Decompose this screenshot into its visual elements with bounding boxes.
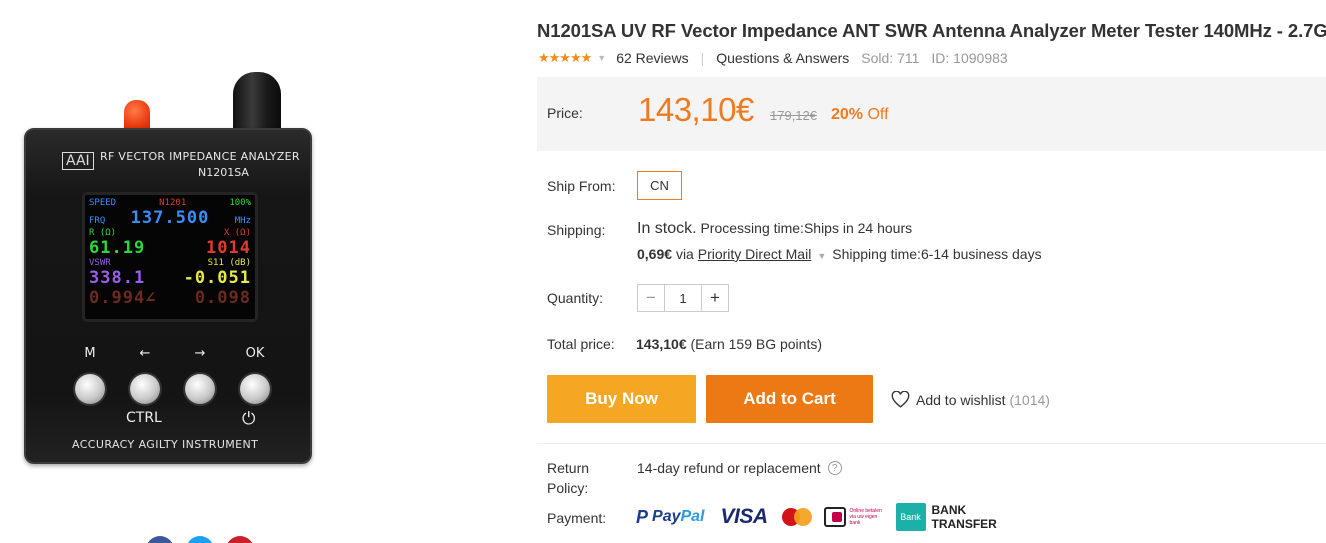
return-policy-label-line2: Policy: — [547, 480, 589, 496]
return-policy-label-line1: Return — [547, 460, 590, 476]
screen-top-left: SPEED — [89, 198, 117, 208]
screen-r-value: 61.19 — [89, 238, 146, 258]
device-button-m — [75, 374, 105, 404]
help-icon[interactable]: ? — [827, 461, 842, 475]
screen-r-label: R (Ω) — [89, 228, 117, 238]
quantity-increase-button[interactable]: + — [701, 285, 728, 311]
heart-icon — [891, 391, 910, 408]
total-price-value: 143,10€ — [636, 336, 687, 352]
wishlist-count: (1014) — [1009, 391, 1050, 408]
wishlist-label: Add to wishlist — [916, 391, 1006, 408]
payment-methods: P Pay Pal VISA Online betalen via uw eigen… — [636, 500, 997, 534]
original-price: 179,12€ — [770, 108, 817, 123]
device-button-right — [185, 374, 215, 404]
shipping-method-row: 0,69€ via Priority Direct Mail ▼ Shipping … — [637, 246, 1042, 262]
shipping-cost: 0,69€ — [637, 246, 673, 262]
current-price: 143,10€ — [638, 91, 754, 128]
shipping-via: via — [675, 246, 694, 262]
sold-count: Sold: 711 — [861, 50, 920, 66]
device-button-left — [130, 374, 160, 404]
device-logo: AAI — [62, 152, 94, 170]
screen-frq-unit: MHz — [234, 216, 251, 226]
paypal-icon: P Pay Pal — [636, 506, 705, 527]
shipping-method-link[interactable]: Priority Direct Mail — [698, 246, 812, 262]
facebook-share-icon[interactable] — [146, 536, 174, 543]
screen-s11-label: S11 (dB) — [207, 258, 251, 268]
stock-status: In stock. Processing time:Ships in 24 ho… — [637, 220, 912, 238]
device-label-ok: OK — [245, 346, 265, 361]
section-divider — [537, 443, 1326, 444]
antenna-knob — [233, 72, 281, 134]
add-to-cart-button[interactable]: Add to Cart — [706, 375, 873, 423]
meta-separator: | — [700, 50, 705, 66]
quantity-label: Quantity: — [547, 290, 604, 306]
questions-answers-link[interactable]: Questions & Answers — [716, 50, 849, 66]
screen-vswr-label: VSWR — [89, 258, 111, 268]
quantity-decrease-button[interactable]: − — [638, 285, 665, 311]
product-id: ID: 1090983 — [931, 50, 1008, 66]
price-box: Price: 143,10€ 179,12€ 20% Off — [537, 77, 1326, 151]
screen-x-label: X (Ω) — [223, 228, 251, 238]
screen-top-mid: N1201 — [159, 198, 187, 208]
reviews-link[interactable]: 62 Reviews — [616, 50, 688, 66]
ideal-text: Online betalen via uw eigen bank — [849, 508, 882, 526]
buy-now-button[interactable]: Buy Now — [547, 375, 696, 423]
visa-icon: VISA — [720, 505, 769, 528]
quantity-input[interactable]: 1 — [665, 285, 701, 311]
shipping-time: Shipping time:6-14 business days — [832, 246, 1042, 262]
screen-frq-label: FRQ — [89, 216, 106, 226]
pinterest-share-icon[interactable] — [226, 536, 254, 543]
power-icon: ⏻ — [242, 409, 256, 429]
total-price: 143,10€ (Earn 159 BG points) — [636, 336, 822, 352]
ideal-icon — [823, 507, 846, 527]
processing-time: Processing time:Ships in 24 hours — [700, 220, 913, 236]
bank-transfer-icon: Bank — [895, 503, 926, 531]
twitter-share-icon[interactable] — [186, 536, 214, 543]
bg-points: (Earn 159 BG points) — [690, 336, 823, 352]
add-to-wishlist-button[interactable]: Add to wishlist (1014) — [891, 391, 1050, 408]
return-policy-value: 14-day refund or replacement — [637, 460, 821, 476]
bank-transfer-label: BANK TRANSFER — [931, 503, 997, 531]
screen-top-right: 100% — [229, 198, 251, 208]
ship-from-option-cn[interactable]: CN — [637, 171, 682, 200]
device-label-right: → — [194, 346, 206, 361]
caret-down-icon[interactable]: ▼ — [597, 53, 606, 63]
screen-bottom-right: 0.098 — [194, 288, 251, 308]
return-policy: 14-day refund or replacement ? — [637, 460, 842, 476]
device-label-ctrl: CTRL — [126, 410, 162, 426]
device-tagline: ACCURACY AGILTY INSTRUMENT — [72, 438, 259, 451]
in-stock-text: In stock. — [637, 220, 697, 237]
screen-vswr-value: 338.1 — [89, 268, 146, 288]
screen-x-value: 1014 — [206, 238, 251, 258]
price-label: Price: — [547, 105, 583, 121]
ship-from-label: Ship From: — [547, 178, 616, 194]
product-image[interactable]: AAI RF VECTOR IMPEDANCE ANALYZER N1201SA… — [22, 72, 314, 464]
rating-stars[interactable]: ★★★★★ — [538, 50, 592, 66]
device-label-left: ← — [139, 346, 151, 361]
discount-percent: 20% — [831, 106, 864, 123]
discount-word: Off — [867, 106, 889, 123]
mastercard-icon — [781, 507, 812, 527]
discount-badge: 20% Off — [831, 106, 889, 124]
shipping-label: Shipping: — [547, 222, 606, 238]
device-screen: SPEED N1201 100% FRQ 137.500 MHz R (Ω) X… — [82, 192, 258, 322]
product-meta: ★★★★★ ▼ 62 Reviews | Questions & Answers… — [538, 49, 1020, 67]
payment-label: Payment: — [547, 510, 607, 526]
device-button-ok — [240, 374, 270, 404]
screen-frq-value: 137.500 — [130, 208, 210, 228]
quantity-stepper: − 1 + — [637, 284, 729, 312]
caret-down-icon[interactable]: ▼ — [817, 251, 826, 261]
device-brand-line: RF VECTOR IMPEDANCE ANALYZER — [100, 150, 300, 163]
total-price-label: Total price: — [547, 336, 615, 352]
analyzer-body: AAI RF VECTOR IMPEDANCE ANALYZER N1201SA… — [24, 128, 312, 464]
product-gallery: AAI RF VECTOR IMPEDANCE ANALYZER N1201SA… — [0, 0, 520, 543]
product-title: N1201SA UV RF Vector Impedance ANT SWR A… — [537, 20, 1326, 41]
device-model: N1201SA — [198, 166, 249, 179]
device-label-m: M — [84, 346, 96, 361]
screen-s11-value: -0.051 — [183, 268, 251, 288]
screen-bottom-left: 0.994∠ — [89, 288, 157, 308]
